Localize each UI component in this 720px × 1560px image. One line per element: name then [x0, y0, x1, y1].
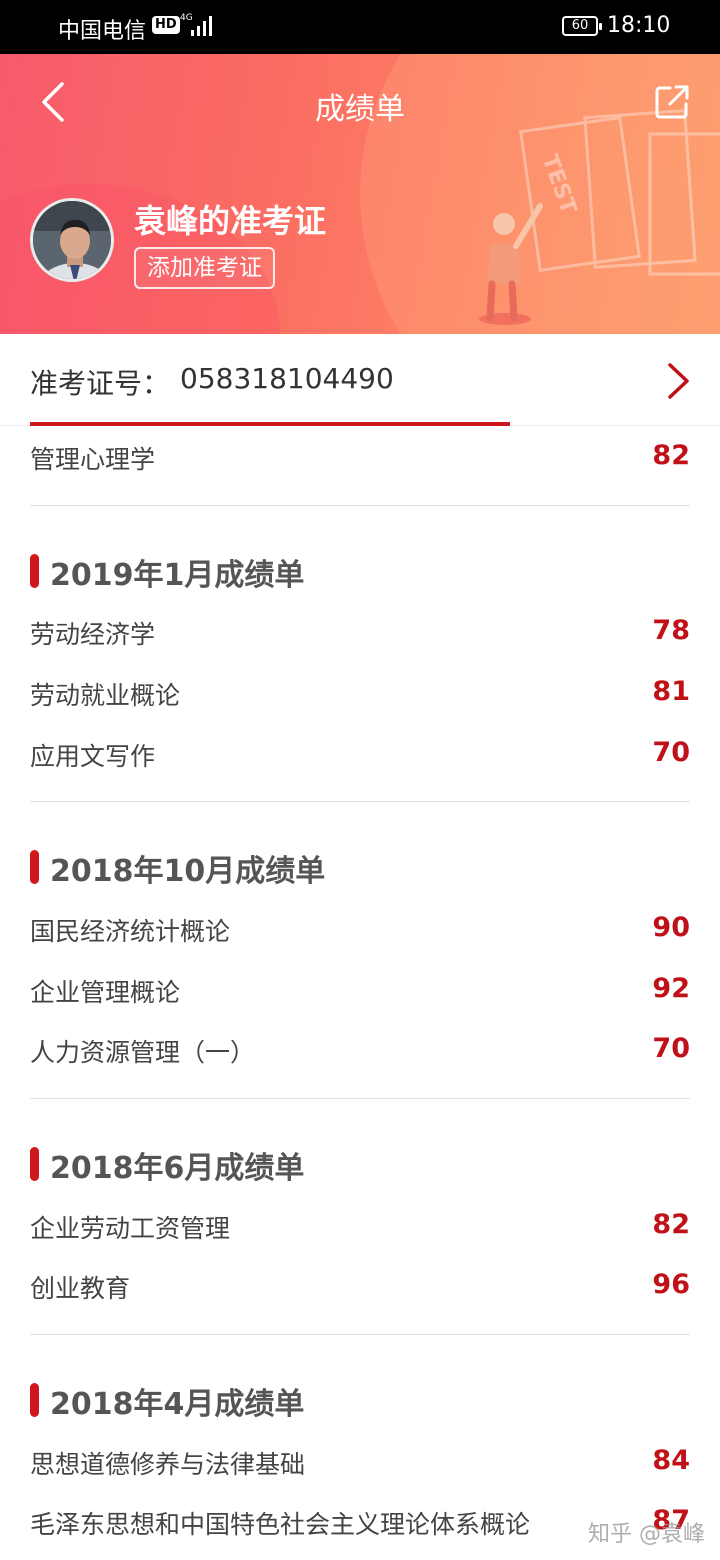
subject-score: 84 — [652, 1445, 690, 1476]
section-title: 2018年6月成绩单 — [50, 1151, 305, 1186]
ticket-number-label: 准考证号： — [30, 367, 171, 400]
section-marker — [30, 1383, 39, 1417]
subject-name: 创业教育 — [30, 1274, 131, 1303]
ticket-number-row[interactable]: 准考证号： 058318104490 — [0, 334, 720, 426]
clock: 18:10 — [607, 13, 671, 38]
section-title: 2018年10月成绩单 — [50, 854, 326, 889]
subject-name: 人力资源管理（一） — [30, 1038, 256, 1067]
subject-name: 思想道德修养与法律基础 — [30, 1450, 306, 1479]
share-icon[interactable] — [654, 84, 690, 120]
subject-score: 96 — [652, 1269, 690, 1300]
page-title: 成绩单 — [315, 92, 405, 127]
status-bar: 中国电信 HD 4G 60 18:10 — [0, 0, 720, 54]
hero-header: TEST 成绩单 袁峰的准考证 添加准考证 — [0, 54, 720, 334]
section-marker — [30, 850, 39, 884]
watermark: 知乎 @袁峰 — [588, 1522, 705, 1547]
subject-name: 应用文写作 — [30, 742, 156, 771]
section-divider — [30, 1334, 690, 1335]
battery-icon: 60 — [562, 16, 602, 36]
subject-name: 劳动就业概论 — [30, 681, 181, 710]
subject-score: 90 — [652, 912, 690, 943]
avatar — [30, 198, 114, 282]
section-marker — [30, 554, 39, 588]
subject-score: 92 — [652, 973, 690, 1004]
hd-badge: HD — [152, 16, 180, 34]
subject-score: 70 — [652, 737, 690, 768]
subject-score: 81 — [652, 676, 690, 707]
svg-text:TEST: TEST — [537, 152, 581, 218]
ticket-number-value: 058318104490 — [180, 362, 394, 395]
subject-score: 70 — [652, 1033, 690, 1064]
chevron-right-icon[interactable] — [664, 362, 692, 400]
subject-score: 82 — [652, 1209, 690, 1240]
add-admission-ticket-button[interactable]: 添加准考证 — [134, 247, 275, 289]
section-divider — [30, 505, 690, 506]
section-marker — [30, 1147, 39, 1181]
subject-score: 78 — [652, 615, 690, 646]
carrier-name: 中国电信 — [58, 19, 147, 44]
section-divider — [30, 1098, 690, 1099]
subject-name: 企业劳动工资管理 — [30, 1214, 231, 1243]
subject-score: 82 — [652, 440, 690, 471]
section-divider — [30, 801, 690, 802]
subject-name: 国民经济统计概论 — [30, 917, 231, 946]
tab-indicator — [30, 422, 510, 426]
signal-icon — [191, 16, 212, 36]
subject-name: 劳动经济学 — [30, 620, 156, 649]
section-title: 2018年4月成绩单 — [50, 1387, 305, 1422]
subject-name: 企业管理概论 — [30, 978, 181, 1007]
exam-illustration: TEST — [479, 109, 720, 325]
section-title: 2019年1月成绩单 — [50, 558, 305, 593]
profile-name: 袁峰的准考证 — [134, 202, 327, 240]
subject-name: 毛泽东思想和中国特色社会主义理论体系概论 — [30, 1510, 531, 1539]
subject-name: 管理心理学 — [30, 445, 156, 474]
